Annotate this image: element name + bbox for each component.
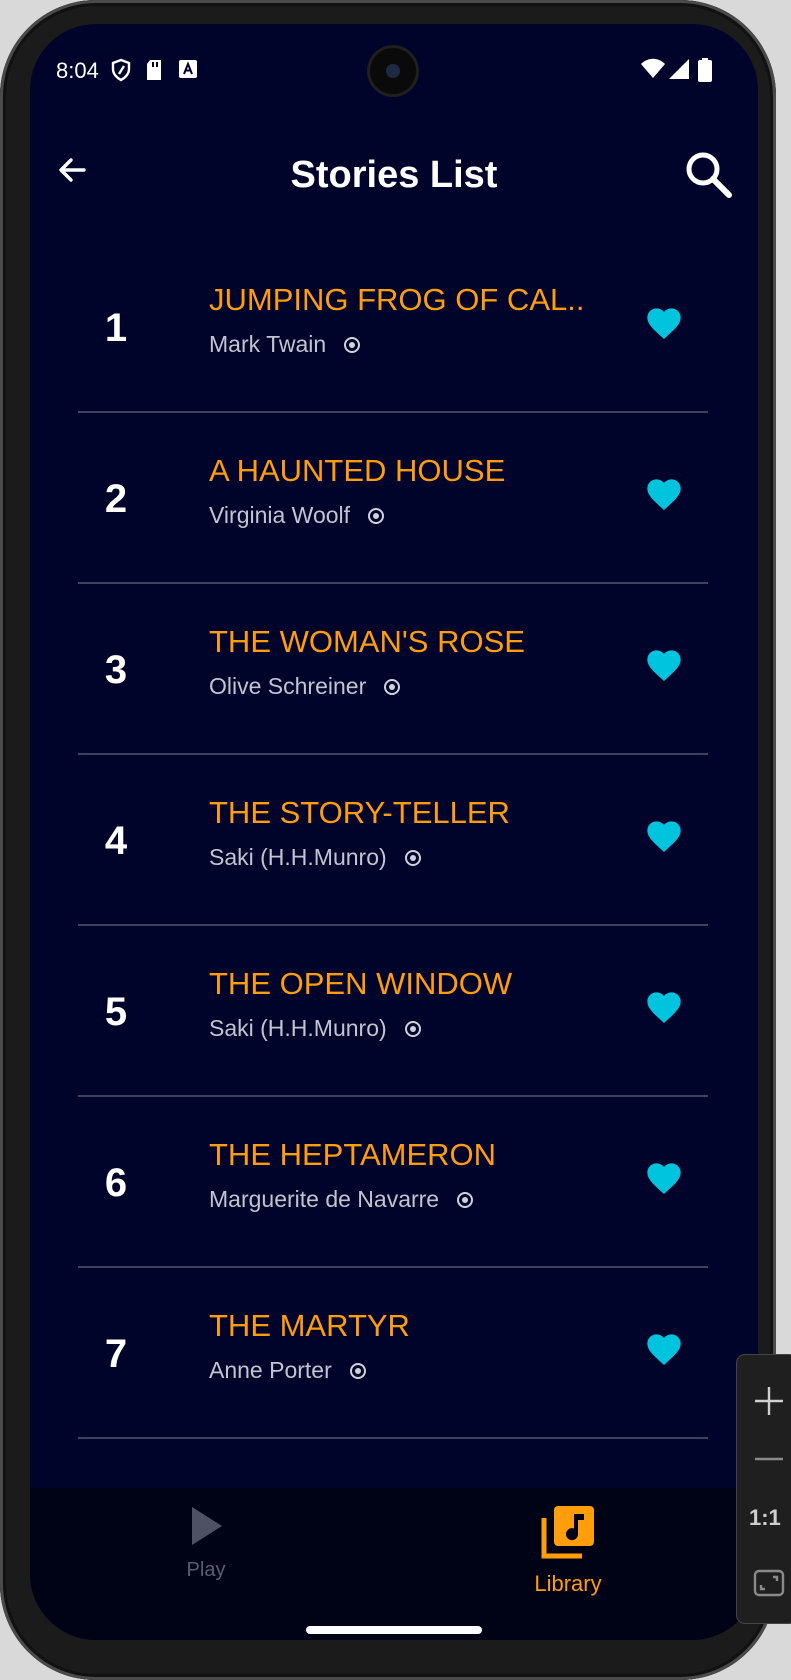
list-item[interactable]: 7 THE MARTYR Anne Porter — [78, 1268, 708, 1439]
app-bar: Stories List — [30, 124, 758, 214]
story-author-line: Marguerite de Navarre — [209, 1186, 474, 1213]
nav-label-library: Library — [534, 1571, 602, 1596]
radio-dot-icon — [404, 1020, 421, 1037]
app-screen: 8:04 Stories List 1 JUMPING FROG OF CAL.… — [30, 24, 758, 1640]
nav-label-play: Play — [186, 1559, 226, 1581]
bottom-navigation: Play Library — [30, 1488, 758, 1640]
story-title: THE WOMAN'S ROSE — [209, 624, 525, 659]
heart-icon — [644, 479, 684, 519]
story-title: JUMPING FROG OF CAL.. — [209, 282, 585, 317]
radio-dot-icon — [344, 336, 361, 353]
nav-item-library[interactable]: Library — [488, 1504, 648, 1597]
story-list: 1 JUMPING FROG OF CAL.. Mark Twain 2 A H… — [78, 242, 708, 1439]
story-title: THE HEPTAMERON — [209, 1137, 497, 1172]
story-number: 7 — [104, 1332, 128, 1376]
play-icon — [126, 1504, 286, 1553]
story-title: A HAUNTED HOUSE — [209, 453, 506, 488]
zoom-out-button[interactable] — [751, 1441, 787, 1477]
story-number: 4 — [104, 819, 128, 863]
radio-dot-icon — [349, 1362, 366, 1379]
zoom-in-button[interactable] — [751, 1383, 787, 1419]
story-author: Marguerite de Navarre — [209, 1186, 440, 1212]
page-title: Stories List — [290, 154, 498, 196]
front-camera — [370, 48, 416, 94]
favorite-button[interactable] — [644, 1330, 684, 1370]
radio-dot-icon — [384, 678, 401, 695]
home-indicator[interactable] — [306, 1626, 482, 1634]
zoom-ratio-button[interactable]: 1:1 — [749, 1505, 781, 1531]
heart-icon — [644, 308, 684, 348]
library-music-icon — [488, 1504, 648, 1565]
heart-icon — [644, 992, 684, 1032]
favorite-button[interactable] — [644, 817, 684, 857]
heart-icon — [644, 1163, 684, 1203]
story-author: Virginia Woolf — [209, 502, 351, 528]
search-button[interactable] — [682, 148, 736, 202]
cell-signal-icon — [668, 58, 690, 85]
favorite-button[interactable] — [644, 646, 684, 686]
favorite-button[interactable] — [644, 1159, 684, 1199]
shield-icon — [110, 58, 132, 87]
story-number: 5 — [104, 990, 128, 1034]
heart-icon — [644, 821, 684, 861]
radio-dot-icon — [404, 849, 421, 866]
story-author: Saki (H.H.Munro) — [209, 1015, 387, 1041]
list-item[interactable]: 3 THE WOMAN'S ROSE Olive Schreiner — [78, 584, 708, 755]
heart-icon — [644, 1334, 684, 1374]
story-author-line: Mark Twain — [209, 331, 361, 358]
story-author: Saki (H.H.Munro) — [209, 844, 387, 870]
favorite-button[interactable] — [644, 988, 684, 1028]
story-title: THE OPEN WINDOW — [209, 966, 513, 1001]
favorite-button[interactable] — [644, 475, 684, 515]
wifi-icon — [640, 58, 666, 85]
radio-dot-icon — [457, 1191, 474, 1208]
story-author: Mark Twain — [209, 331, 327, 357]
search-icon — [682, 152, 736, 206]
battery-icon — [698, 58, 712, 87]
plus-icon — [751, 1387, 787, 1423]
list-item[interactable]: 6 THE HEPTAMERON Marguerite de Navarre — [78, 1097, 708, 1268]
favorite-button[interactable] — [644, 304, 684, 344]
story-author: Anne Porter — [209, 1357, 332, 1383]
phone-frame: 8:04 Stories List 1 JUMPING FROG OF CAL.… — [0, 0, 776, 1680]
radio-dot-icon — [368, 507, 385, 524]
status-bar: 8:04 — [30, 24, 758, 114]
story-author-line: Saki (H.H.Munro) — [209, 844, 421, 871]
list-item[interactable]: 5 THE OPEN WINDOW Saki (H.H.Munro) — [78, 926, 708, 1097]
story-number: 1 — [104, 306, 128, 350]
story-title: THE STORY-TELLER — [209, 795, 510, 830]
story-title: THE MARTYR — [209, 1308, 410, 1343]
a-notification-icon — [178, 58, 198, 85]
zoom-panel: 1:1 — [737, 1355, 791, 1623]
nav-item-play[interactable]: Play — [126, 1504, 286, 1582]
story-number: 2 — [104, 477, 128, 521]
story-author-line: Olive Schreiner — [209, 673, 401, 700]
heart-icon — [644, 650, 684, 690]
story-number: 6 — [104, 1161, 128, 1205]
story-number: 3 — [104, 648, 128, 692]
story-author-line: Saki (H.H.Munro) — [209, 1015, 421, 1042]
status-time: 8:04 — [56, 58, 99, 83]
fit-screen-button[interactable] — [751, 1565, 787, 1601]
list-item[interactable]: 2 A HAUNTED HOUSE Virginia Woolf — [78, 413, 708, 584]
list-item[interactable]: 4 THE STORY-TELLER Saki (H.H.Munro) — [78, 755, 708, 926]
story-author-line: Virginia Woolf — [209, 502, 385, 529]
story-author: Olive Schreiner — [209, 673, 367, 699]
fit-screen-icon — [751, 1569, 787, 1605]
story-author-line: Anne Porter — [209, 1357, 366, 1384]
sd-card-icon — [144, 58, 164, 87]
list-item[interactable]: 1 JUMPING FROG OF CAL.. Mark Twain — [78, 242, 708, 413]
minus-icon — [751, 1457, 787, 1481]
